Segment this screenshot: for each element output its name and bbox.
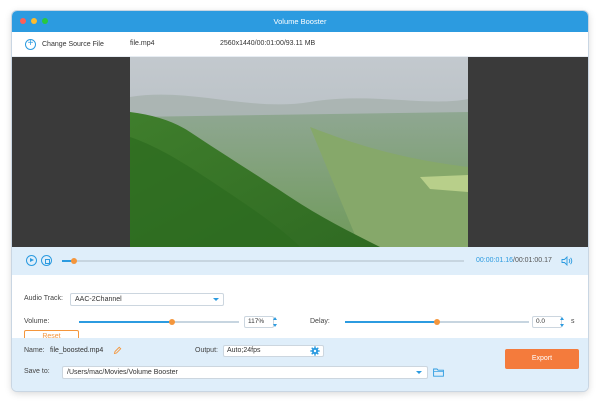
add-circle-icon: +: [25, 38, 36, 50]
playback-controls: 00:00:01.16/00:01:00.17: [12, 247, 588, 275]
source-toolbar: + Change Source File file.mp4 2560x1440/…: [12, 32, 588, 57]
audio-track-value: AAC-2Channel: [75, 296, 122, 303]
video-preview-area: [12, 57, 588, 247]
delay-label: Delay:: [310, 318, 330, 325]
title-bar: Volume Booster: [12, 11, 588, 32]
delay-slider-fill: [345, 321, 437, 323]
output-panel: Name: file_boosted.mp4 Output: Auto;24fp…: [12, 338, 588, 391]
output-file-name: file_boosted.mp4: [50, 347, 104, 354]
export-button[interactable]: Export: [505, 349, 579, 369]
change-source-file-label: Change Source File: [42, 40, 104, 48]
folder-icon[interactable]: [433, 367, 444, 377]
maximize-window-button[interactable]: [42, 18, 48, 24]
timeline-handle[interactable]: [71, 258, 78, 264]
audio-settings: Audio Track: AAC-2Channel Volume: 117% D…: [12, 275, 588, 343]
change-source-file-button[interactable]: + Change Source File: [25, 37, 104, 51]
play-icon[interactable]: [26, 255, 37, 266]
source-file-name: file.mp4: [130, 40, 155, 47]
delay-up-arrow-icon[interactable]: [560, 317, 564, 320]
volume-input[interactable]: 117%: [244, 316, 274, 328]
stop-icon[interactable]: [41, 255, 52, 266]
delay-unit: s: [571, 318, 575, 325]
audio-track-select[interactable]: AAC-2Channel: [70, 293, 224, 306]
volume-stepper[interactable]: [272, 316, 279, 328]
app-window: Volume Booster + Change Source File file…: [12, 11, 588, 391]
volume-label: Volume:: [24, 318, 50, 325]
speaker-icon[interactable]: [561, 256, 573, 266]
delay-input[interactable]: 0.0: [532, 316, 562, 328]
landscape-preview-image: [130, 57, 468, 247]
time-total: 00:01:00.17: [514, 257, 552, 264]
volume-slider-fill: [79, 321, 172, 323]
save-to-label: Save to:: [24, 368, 50, 375]
save-path-select[interactable]: /Users/mac/Movies/Volume Booster: [62, 366, 428, 379]
audio-track-label: Audio Track:: [24, 295, 63, 302]
volume-down-arrow-icon[interactable]: [273, 324, 277, 327]
time-readout: 00:00:01.16/00:01:00.17: [476, 247, 552, 275]
edit-icon[interactable]: [113, 346, 122, 355]
close-window-button[interactable]: [20, 18, 26, 24]
volume-slider[interactable]: [79, 319, 239, 325]
minimize-window-button[interactable]: [31, 18, 37, 24]
volume-up-arrow-icon[interactable]: [273, 317, 277, 320]
window-title: Volume Booster: [273, 17, 327, 26]
gear-icon[interactable]: [310, 346, 320, 356]
delay-stepper[interactable]: [559, 316, 566, 328]
name-label: Name:: [24, 347, 45, 354]
save-path-value: /Users/mac/Movies/Volume Booster: [67, 369, 178, 376]
video-preview-frame: [130, 57, 468, 247]
time-current: 00:00:01.16: [476, 257, 513, 264]
playback-timeline[interactable]: [62, 258, 464, 264]
output-format-field[interactable]: Auto;24fps: [223, 345, 324, 357]
chevron-down-icon: [213, 298, 219, 301]
source-file-meta: 2560x1440/00:01:00/93.11 MB: [220, 40, 316, 47]
delay-slider-handle[interactable]: [434, 319, 440, 325]
volume-slider-handle[interactable]: [168, 319, 175, 325]
chevron-down-icon: [416, 371, 422, 374]
output-label: Output:: [195, 347, 218, 354]
delay-down-arrow-icon[interactable]: [560, 324, 564, 327]
delay-slider[interactable]: [345, 319, 529, 325]
